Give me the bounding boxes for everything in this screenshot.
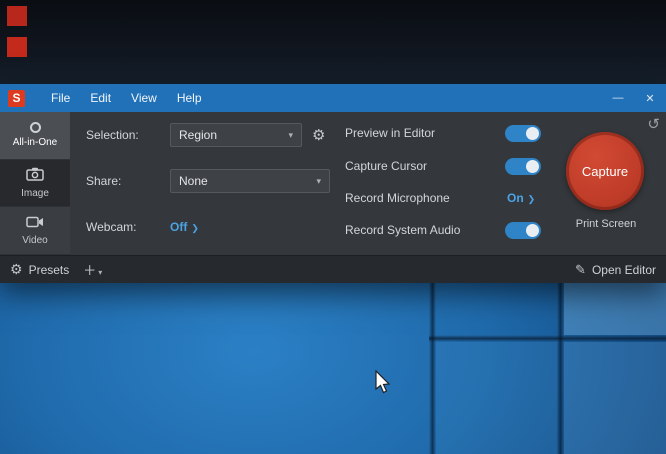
open-editor-button[interactable]: Open Editor: [592, 263, 656, 277]
tab-all-in-one[interactable]: All-in-One: [0, 112, 70, 160]
tab-label: Image: [21, 188, 49, 199]
selection-settings-gear-icon[interactable]: ⚙: [312, 126, 325, 144]
wallpaper-pane: [564, 342, 666, 454]
presets-label[interactable]: Presets: [29, 263, 70, 277]
record-system-audio-toggle[interactable]: [505, 222, 541, 239]
caret-down-icon: ▾: [98, 268, 102, 277]
add-preset-button[interactable]: ＋▾: [83, 260, 102, 279]
wallpaper-divider: [557, 283, 564, 454]
snagit-logo-icon: S: [8, 90, 25, 107]
video-icon: [26, 216, 44, 231]
wallpaper-top: [0, 0, 666, 84]
chevron-right-icon: ❯: [528, 194, 536, 204]
capture-panel: All-in-One Image Video Selection: [0, 112, 666, 255]
menu-view[interactable]: View: [121, 84, 167, 112]
share-dropdown[interactable]: None ▾: [170, 169, 330, 193]
camera-icon: [26, 167, 44, 184]
preview-in-editor-toggle[interactable]: [505, 125, 541, 142]
footer-bar: ⚙ Presets ＋▾ ✎ Open Editor: [0, 255, 666, 283]
menu-edit[interactable]: Edit: [80, 84, 121, 112]
webcam-label: Webcam:: [86, 220, 136, 234]
selection-label: Selection:: [86, 128, 139, 142]
all-in-one-icon: [30, 122, 41, 133]
wallpaper: [0, 283, 666, 454]
share-value: None: [179, 174, 208, 188]
caret-down-icon: ▾: [288, 130, 293, 141]
chevron-right-icon: ❯: [191, 223, 199, 233]
desktop: S File Edit View Help — ✕ All-in-One: [0, 0, 666, 454]
wallpaper-pane: [564, 283, 666, 335]
selection-dropdown[interactable]: Region ▾: [170, 123, 302, 147]
minimize-button[interactable]: —: [602, 84, 634, 112]
reset-undo-icon[interactable]: ↺: [647, 115, 660, 133]
red-window-fragment: [7, 6, 27, 26]
open-editor-pencil-icon: ✎: [575, 262, 586, 278]
red-window-fragment: [7, 37, 27, 57]
capture-cursor-label: Capture Cursor: [345, 159, 427, 173]
presets-gear-icon[interactable]: ⚙: [10, 261, 23, 278]
wallpaper-divider: [429, 335, 666, 342]
record-microphone-label: Record Microphone: [345, 191, 450, 205]
tab-label: All-in-One: [13, 137, 57, 148]
webcam-toggle-link[interactable]: Off ❯: [170, 220, 199, 234]
menu-file[interactable]: File: [41, 84, 80, 112]
share-label: Share:: [86, 174, 121, 188]
snagit-capture-window: S File Edit View Help — ✕ All-in-One: [0, 84, 666, 283]
capture-cursor-toggle[interactable]: [505, 158, 541, 175]
wallpaper-divider: [429, 283, 436, 454]
mode-sidebar: All-in-One Image Video: [0, 112, 70, 255]
mouse-cursor: [374, 370, 392, 401]
titlebar: S File Edit View Help — ✕: [0, 84, 666, 112]
selection-value: Region: [179, 128, 217, 142]
capture-hotkey-label: Print Screen: [556, 218, 656, 230]
webcam-value: Off: [170, 220, 187, 234]
preview-in-editor-label: Preview in Editor: [345, 126, 435, 140]
record-microphone-link[interactable]: On ❯: [507, 191, 535, 205]
tab-label: Video: [22, 235, 47, 246]
tab-video[interactable]: Video: [0, 207, 70, 255]
caret-down-icon: ▾: [316, 176, 321, 187]
close-button[interactable]: ✕: [634, 84, 666, 112]
wallpaper-pane: [436, 342, 557, 454]
menu-bar: File Edit View Help: [41, 84, 212, 112]
tab-image[interactable]: Image: [0, 160, 70, 208]
capture-button[interactable]: Capture: [566, 132, 644, 210]
record-microphone-value: On: [507, 191, 524, 205]
menu-help[interactable]: Help: [167, 84, 212, 112]
plus-icon: ＋: [83, 263, 96, 278]
capture-settings: Selection: Region ▾ ⚙ Share: None ▾ Webc…: [70, 112, 666, 255]
record-system-audio-label: Record System Audio: [345, 223, 460, 237]
